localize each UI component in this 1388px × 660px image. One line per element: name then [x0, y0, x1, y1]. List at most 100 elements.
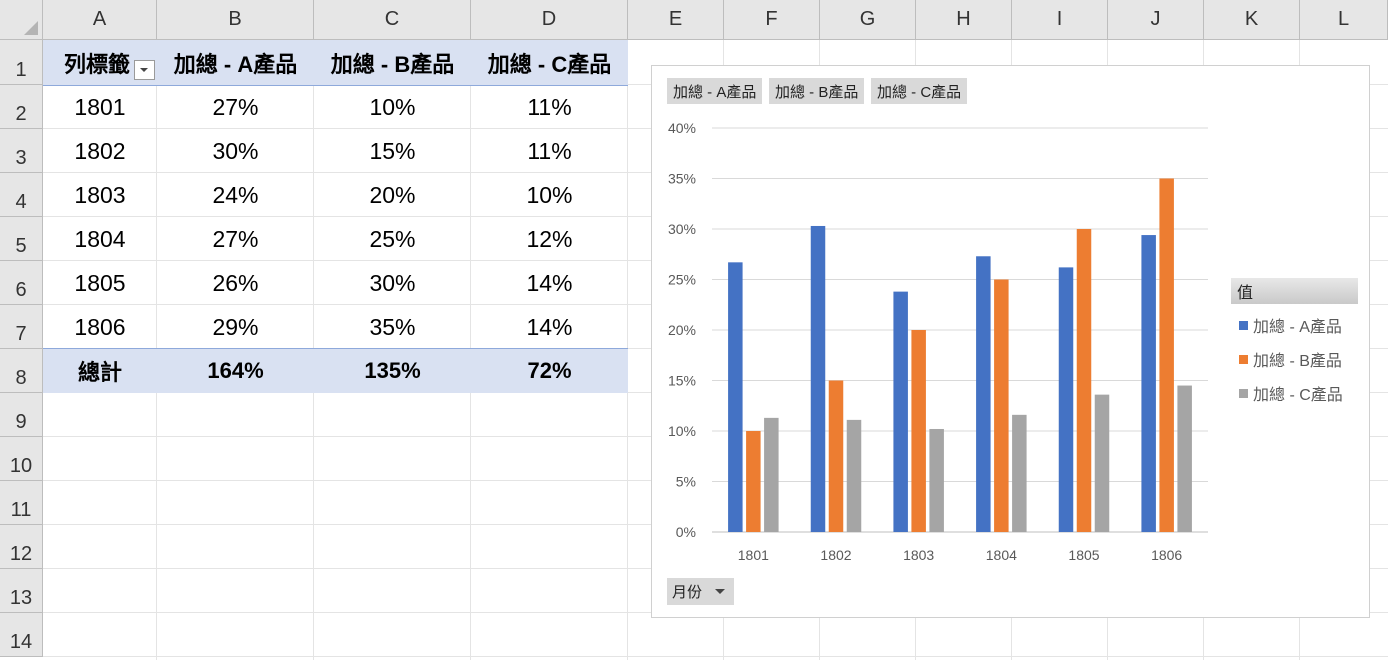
- bar-b-1806: [1159, 178, 1174, 532]
- month-field-button[interactable]: 月份: [667, 578, 734, 605]
- row-header-14[interactable]: 14: [0, 613, 43, 657]
- value-cell[interactable]: 27%: [157, 85, 314, 129]
- bar-a-1806: [1141, 235, 1156, 532]
- select-all-corner[interactable]: [0, 0, 43, 40]
- bar-a-1805: [1058, 267, 1074, 532]
- y-tick-label: 25%: [668, 272, 696, 288]
- value-cell[interactable]: 10%: [314, 85, 471, 129]
- legend-item-c: 加總 - C產品: [1239, 381, 1343, 405]
- grand-total-cell[interactable]: 72%: [471, 349, 628, 393]
- bar-a-1804: [976, 256, 991, 532]
- x-tick-label: 1805: [1068, 547, 1099, 563]
- chart-plot-area: 0% 5% 10% 15% 20% 25% 30% 35% 40% 1801 1802 1803 180…: [668, 120, 1208, 563]
- row-header-1[interactable]: 1: [0, 40, 43, 85]
- select-all-icon: [24, 21, 38, 35]
- value-cell[interactable]: 12%: [471, 217, 628, 261]
- column-header-K[interactable]: K: [1204, 0, 1300, 40]
- column-header-D[interactable]: D: [471, 0, 628, 40]
- row-header-12[interactable]: 12: [0, 525, 43, 569]
- y-tick-label: 35%: [668, 171, 696, 187]
- grand-total-label[interactable]: 總計: [43, 349, 157, 393]
- gridline-row: [43, 656, 1388, 657]
- bar-c-1805: [1094, 394, 1110, 532]
- row-header-2[interactable]: 2: [0, 85, 43, 129]
- row-header-3[interactable]: 3: [0, 129, 43, 173]
- row-header-13[interactable]: 13: [0, 569, 43, 613]
- value-cell[interactable]: 20%: [314, 173, 471, 217]
- column-header-A[interactable]: A: [43, 0, 157, 40]
- value-header[interactable]: 加總 - A產品: [157, 40, 314, 85]
- row-header-10[interactable]: 10: [0, 437, 43, 481]
- column-header-H[interactable]: H: [916, 0, 1012, 40]
- row-header-9[interactable]: 9: [0, 393, 43, 437]
- column-header-F[interactable]: F: [724, 0, 820, 40]
- value-cell[interactable]: 30%: [157, 129, 314, 173]
- value-cell[interactable]: 29%: [157, 305, 314, 349]
- value-header[interactable]: 加總 - B產品: [314, 40, 471, 85]
- row-header-7[interactable]: 7: [0, 305, 43, 349]
- value-cell[interactable]: 35%: [314, 305, 471, 349]
- value-cell[interactable]: 11%: [471, 85, 628, 129]
- row-header-11[interactable]: 11: [0, 481, 43, 525]
- row-label-cell[interactable]: 1803: [43, 173, 157, 217]
- bar-c-1803: [929, 428, 944, 532]
- column-header-I[interactable]: I: [1012, 0, 1108, 40]
- bar-c-1802: [846, 419, 862, 532]
- row-label-cell[interactable]: 1804: [43, 217, 157, 261]
- x-tick-label: 1801: [738, 547, 769, 563]
- row-label-cell[interactable]: 1806: [43, 305, 157, 349]
- row-label-filter-button[interactable]: [134, 60, 155, 80]
- value-cell[interactable]: 30%: [314, 261, 471, 305]
- bar-c-1804: [1012, 414, 1027, 532]
- bar-a-1803: [893, 291, 908, 532]
- y-tick-label: 40%: [668, 120, 696, 136]
- bar-b-1801: [746, 431, 761, 532]
- pivot-chart[interactable]: 加總 - A產品 加總 - B產品 加總 - C產品 0% 5% 10% 15% 20%…: [651, 65, 1370, 618]
- value-cell[interactable]: 25%: [314, 217, 471, 261]
- bar-a-1801: [728, 262, 743, 532]
- value-cell[interactable]: 14%: [471, 305, 628, 349]
- value-cell[interactable]: 24%: [157, 173, 314, 217]
- bar-b-1805: [1076, 229, 1092, 532]
- column-header-C[interactable]: C: [314, 0, 471, 40]
- row-header-4[interactable]: 4: [0, 173, 43, 217]
- value-cell[interactable]: 27%: [157, 217, 314, 261]
- legend-swatch-c: [1239, 388, 1248, 398]
- x-tick-label: 1802: [820, 547, 851, 563]
- x-tick-label: 1804: [986, 547, 1017, 563]
- bar-a-1802: [810, 225, 826, 532]
- legend-swatch-a: [1239, 320, 1248, 330]
- grand-total-cell[interactable]: 135%: [314, 349, 471, 393]
- row-header-5[interactable]: 5: [0, 217, 43, 261]
- value-cell[interactable]: 11%: [471, 129, 628, 173]
- value-cell[interactable]: 10%: [471, 173, 628, 217]
- legend-label-b: 加總 - B產品: [1253, 353, 1342, 370]
- column-header-E[interactable]: E: [628, 0, 724, 40]
- column-header-B[interactable]: B: [157, 0, 314, 40]
- x-tick-label: 1806: [1151, 547, 1182, 563]
- y-tick-label: 5%: [676, 474, 696, 490]
- bar-b-1803: [911, 330, 926, 532]
- bar-b-1802: [828, 380, 844, 532]
- value-cell[interactable]: 26%: [157, 261, 314, 305]
- grand-total-cell[interactable]: 164%: [157, 349, 314, 393]
- row-label-cell[interactable]: 1801: [43, 85, 157, 129]
- row-header-6[interactable]: 6: [0, 261, 43, 305]
- value-cell[interactable]: 14%: [471, 261, 628, 305]
- legend-item-a: 加總 - A產品: [1239, 313, 1342, 337]
- row-label-cell[interactable]: 1802: [43, 129, 157, 173]
- bar-b-1804: [994, 279, 1009, 532]
- row-header-8[interactable]: 8: [0, 349, 43, 393]
- column-header-J[interactable]: J: [1108, 0, 1204, 40]
- value-header[interactable]: 加總 - C產品: [471, 40, 628, 85]
- legend-item-b: 加總 - B產品: [1239, 347, 1342, 371]
- row-label-cell[interactable]: 1805: [43, 261, 157, 305]
- column-header-L[interactable]: L: [1300, 0, 1388, 40]
- chevron-down-icon: [715, 589, 725, 594]
- column-header-G[interactable]: G: [820, 0, 916, 40]
- legend-label-a: 加總 - A產品: [1253, 319, 1342, 336]
- value-cell[interactable]: 15%: [314, 129, 471, 173]
- bar-c-1801: [764, 417, 779, 532]
- y-tick-label: 20%: [668, 322, 696, 338]
- legend-label-c: 加總 - C產品: [1253, 387, 1343, 404]
